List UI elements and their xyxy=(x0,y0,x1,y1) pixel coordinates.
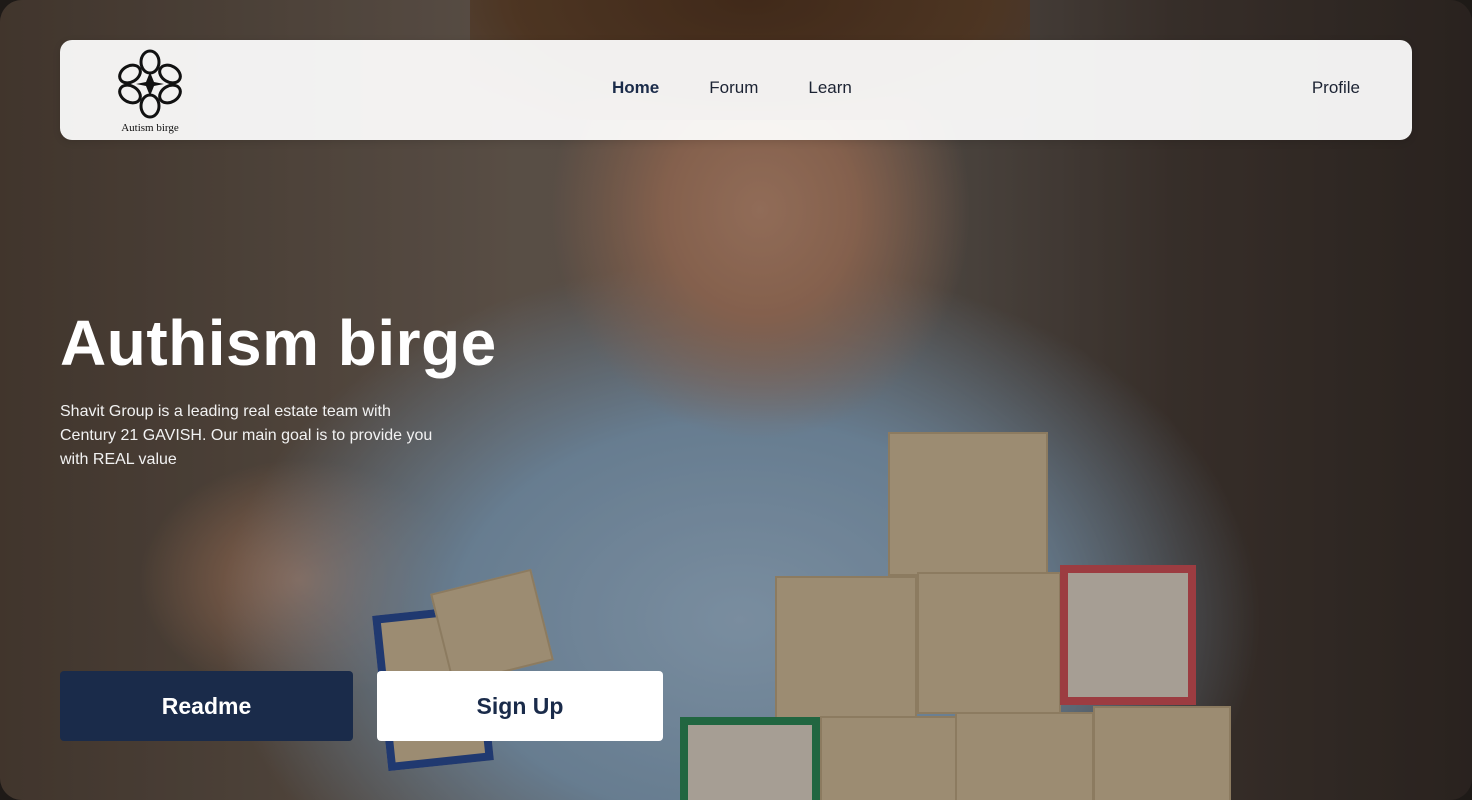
hero-description: Shavit Group is a leading real estate te… xyxy=(60,403,433,468)
nav-item-home[interactable]: Home xyxy=(612,78,659,98)
nav-item-profile[interactable]: Profile xyxy=(1312,78,1360,98)
flower-puzzle-icon xyxy=(118,49,182,119)
nav-item-learn[interactable]: Learn xyxy=(808,78,851,98)
hero-title: Authism birge xyxy=(60,307,497,379)
nav-item-forum[interactable]: Forum xyxy=(709,78,758,98)
brand-logo[interactable]: Autism birge xyxy=(110,46,190,136)
sign-up-button[interactable]: Sign Up xyxy=(377,671,663,741)
nav-links: Home Forum Learn xyxy=(612,78,902,98)
top-navbar: Autism birge Home Forum Learn Profile xyxy=(60,40,1412,140)
hero-section: Autism birge Home Forum Learn Profile Au… xyxy=(0,0,1472,800)
brand-logo-text: Autism birge xyxy=(121,122,179,134)
readme-button[interactable]: Readme xyxy=(60,671,353,741)
